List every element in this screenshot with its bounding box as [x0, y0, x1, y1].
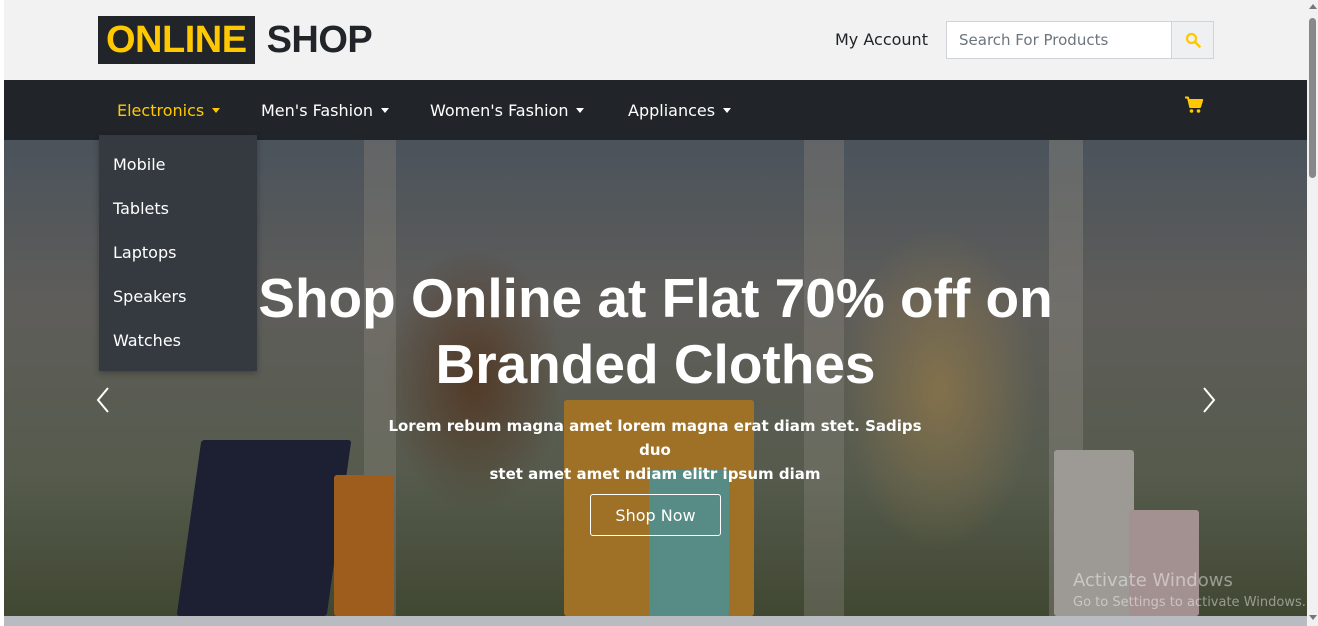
dropdown-item-speakers[interactable]: Speakers	[113, 287, 186, 306]
logo-shop: SHOP	[266, 19, 373, 61]
windows-watermark-title: Activate Windows	[1073, 570, 1233, 591]
search-button[interactable]	[1171, 22, 1213, 58]
nav-item-electronics[interactable]: Electronics	[117, 80, 221, 140]
caret-down-icon	[576, 107, 585, 113]
nav-item-label: Men's Fashion	[261, 100, 373, 120]
scroll-up-arrow-icon[interactable]	[1309, 4, 1317, 9]
search-form	[946, 21, 1214, 59]
nav-item-appliances[interactable]: Appliances	[628, 80, 732, 140]
electronics-dropdown-menu: Mobile Tablets Laptops Speakers Watches	[99, 135, 257, 371]
page-scrollbar[interactable]	[1307, 0, 1318, 626]
main-navbar: Electronics Men's Fashion Women's Fashio…	[4, 80, 1307, 140]
caret-down-icon	[723, 107, 732, 113]
windows-watermark-subtitle: Go to Settings to activate Windows.	[1073, 595, 1306, 610]
dropdown-item-tablets[interactable]: Tablets	[113, 199, 169, 218]
page-bottom-strip	[4, 616, 1307, 626]
search-icon	[1185, 32, 1201, 48]
dropdown-item-laptops[interactable]: Laptops	[113, 243, 176, 262]
shop-now-button[interactable]: Shop Now	[590, 494, 721, 536]
nav-item-label: Electronics	[117, 100, 205, 120]
page: ONLINE SHOP My Account Electronics Men's…	[4, 0, 1307, 626]
hero-description: Lorem rebum magna amet lorem magna erat …	[374, 414, 936, 486]
nav-item-womens-fashion[interactable]: Women's Fashion	[430, 80, 585, 140]
nav-item-label: Appliances	[628, 100, 716, 120]
cart-icon	[1185, 96, 1204, 113]
hero-description-line: stet amet amet ndiam elitr ipsum diam	[489, 465, 821, 483]
my-account-link[interactable]: My Account	[835, 30, 928, 49]
hero-description-line: Lorem rebum magna amet lorem magna erat …	[388, 417, 922, 459]
search-input[interactable]	[947, 22, 1171, 58]
scrollbar-thumb[interactable]	[1309, 18, 1316, 178]
dropdown-item-watches[interactable]: Watches	[113, 331, 181, 350]
cart-button[interactable]	[1184, 96, 1204, 118]
scroll-down-arrow-icon[interactable]	[1309, 615, 1317, 620]
logo-online: ONLINE	[98, 16, 255, 64]
top-bar: ONLINE SHOP My Account	[4, 0, 1307, 80]
nav-item-label: Women's Fashion	[430, 100, 569, 120]
dropdown-item-mobile[interactable]: Mobile	[113, 155, 165, 174]
caret-down-icon	[381, 107, 389, 113]
nav-item-mens-fashion[interactable]: Men's Fashion	[261, 80, 389, 140]
site-logo[interactable]: ONLINE SHOP	[98, 16, 373, 64]
caret-down-icon	[212, 107, 221, 113]
